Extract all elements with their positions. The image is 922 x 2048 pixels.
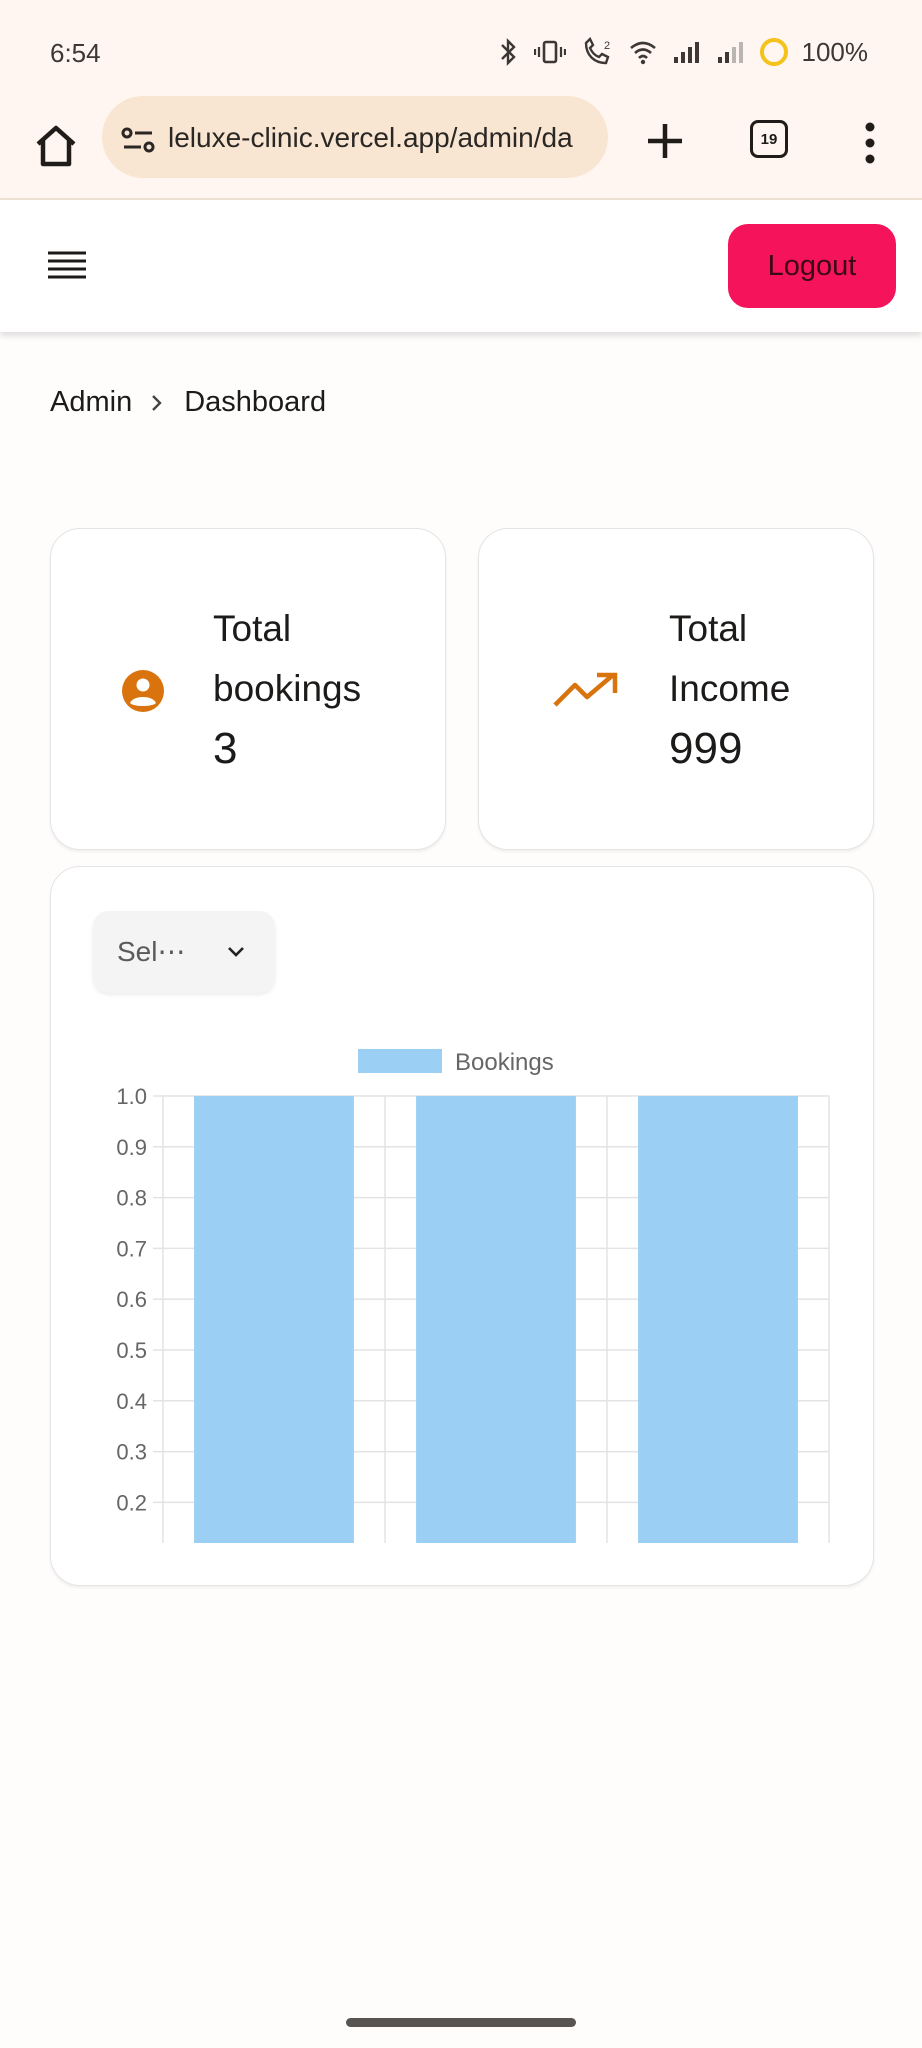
- total-bookings-label-2: bookings: [213, 668, 362, 709]
- legend-swatch: [358, 1049, 442, 1073]
- bar: [416, 1096, 576, 1543]
- user-circle-icon: [122, 670, 164, 712]
- y-tick-label: 0.6: [116, 1287, 147, 1312]
- total-income-card: Total Income 999: [478, 528, 874, 850]
- y-tick-label: 0.7: [116, 1236, 147, 1261]
- tab-switcher-button[interactable]: 19: [750, 120, 788, 158]
- signal-icon: [673, 42, 699, 63]
- total-bookings-card: Total bookings 3: [50, 528, 446, 850]
- breadcrumb: Admin Dashboard: [50, 386, 326, 419]
- svg-text:2: 2: [604, 40, 610, 52]
- bookings-chart-card: Sel⋯ 1.0 0.9 0.8 0.7 0.6 0.5 0.4 0.3 0.2 Bookings: [50, 866, 874, 1586]
- battery-percent: 100%: [801, 36, 869, 67]
- trending-up-icon: [553, 672, 618, 707]
- y-tick-label: 0.5: [116, 1338, 147, 1363]
- y-tick-label: 0.9: [116, 1135, 147, 1160]
- browser-toolbar: leluxe-clinic.vercel.app/admin/da 19: [0, 96, 922, 200]
- total-bookings-text: Total bookings 3: [213, 599, 361, 779]
- signal-weak-icon: [717, 42, 743, 63]
- bar: [638, 1096, 798, 1543]
- vibrate-icon: [533, 40, 566, 64]
- bar: [194, 1096, 354, 1543]
- total-income-value: 999: [669, 724, 743, 773]
- y-tick-label: 0.8: [116, 1186, 147, 1211]
- total-bookings-value: 3: [213, 724, 238, 773]
- tab-count: 19: [760, 130, 778, 148]
- status-time: 6:54: [50, 38, 101, 68]
- chevron-right-icon: [152, 394, 162, 411]
- app-header: Logout: [0, 200, 922, 332]
- url-text[interactable]: leluxe-clinic.vercel.app/admin/da: [168, 122, 593, 154]
- legend-label: Bookings: [455, 1049, 554, 1076]
- total-income-text: Total Income 999: [669, 599, 790, 779]
- bluetooth-icon: [500, 38, 516, 66]
- status-bar: 6:54 2 100%: [0, 0, 922, 100]
- bookings-bar-chart: 1.0 0.9 0.8 0.7 0.6 0.5 0.4 0.3 0.2 Bookings: [116, 1049, 830, 1543]
- wifi-icon: [629, 41, 656, 65]
- total-income-label-1: Total: [669, 608, 748, 649]
- wifi-call-icon: 2: [584, 37, 610, 65]
- y-tick-label: 0.3: [116, 1440, 147, 1465]
- site-settings-icon[interactable]: [118, 120, 158, 160]
- gesture-navigation-bar[interactable]: [346, 2018, 576, 2027]
- more-menu-icon[interactable]: [858, 118, 882, 168]
- y-tick-label: 1.0: [116, 1084, 147, 1109]
- total-bookings-label-1: Total: [213, 608, 292, 649]
- breadcrumb-dashboard: Dashboard: [184, 386, 327, 418]
- status-icons: 2 100%: [496, 34, 869, 70]
- new-tab-icon[interactable]: [640, 116, 690, 166]
- logout-button[interactable]: Logout: [728, 224, 896, 308]
- hamburger-menu-icon[interactable]: [46, 250, 88, 284]
- breadcrumb-admin[interactable]: Admin: [50, 386, 132, 419]
- home-icon[interactable]: [28, 118, 84, 174]
- y-tick-label: 0.2: [116, 1490, 147, 1515]
- y-tick-label: 0.4: [116, 1389, 147, 1414]
- battery-saver-icon: [759, 38, 788, 66]
- total-income-label-2: Income: [669, 668, 791, 709]
